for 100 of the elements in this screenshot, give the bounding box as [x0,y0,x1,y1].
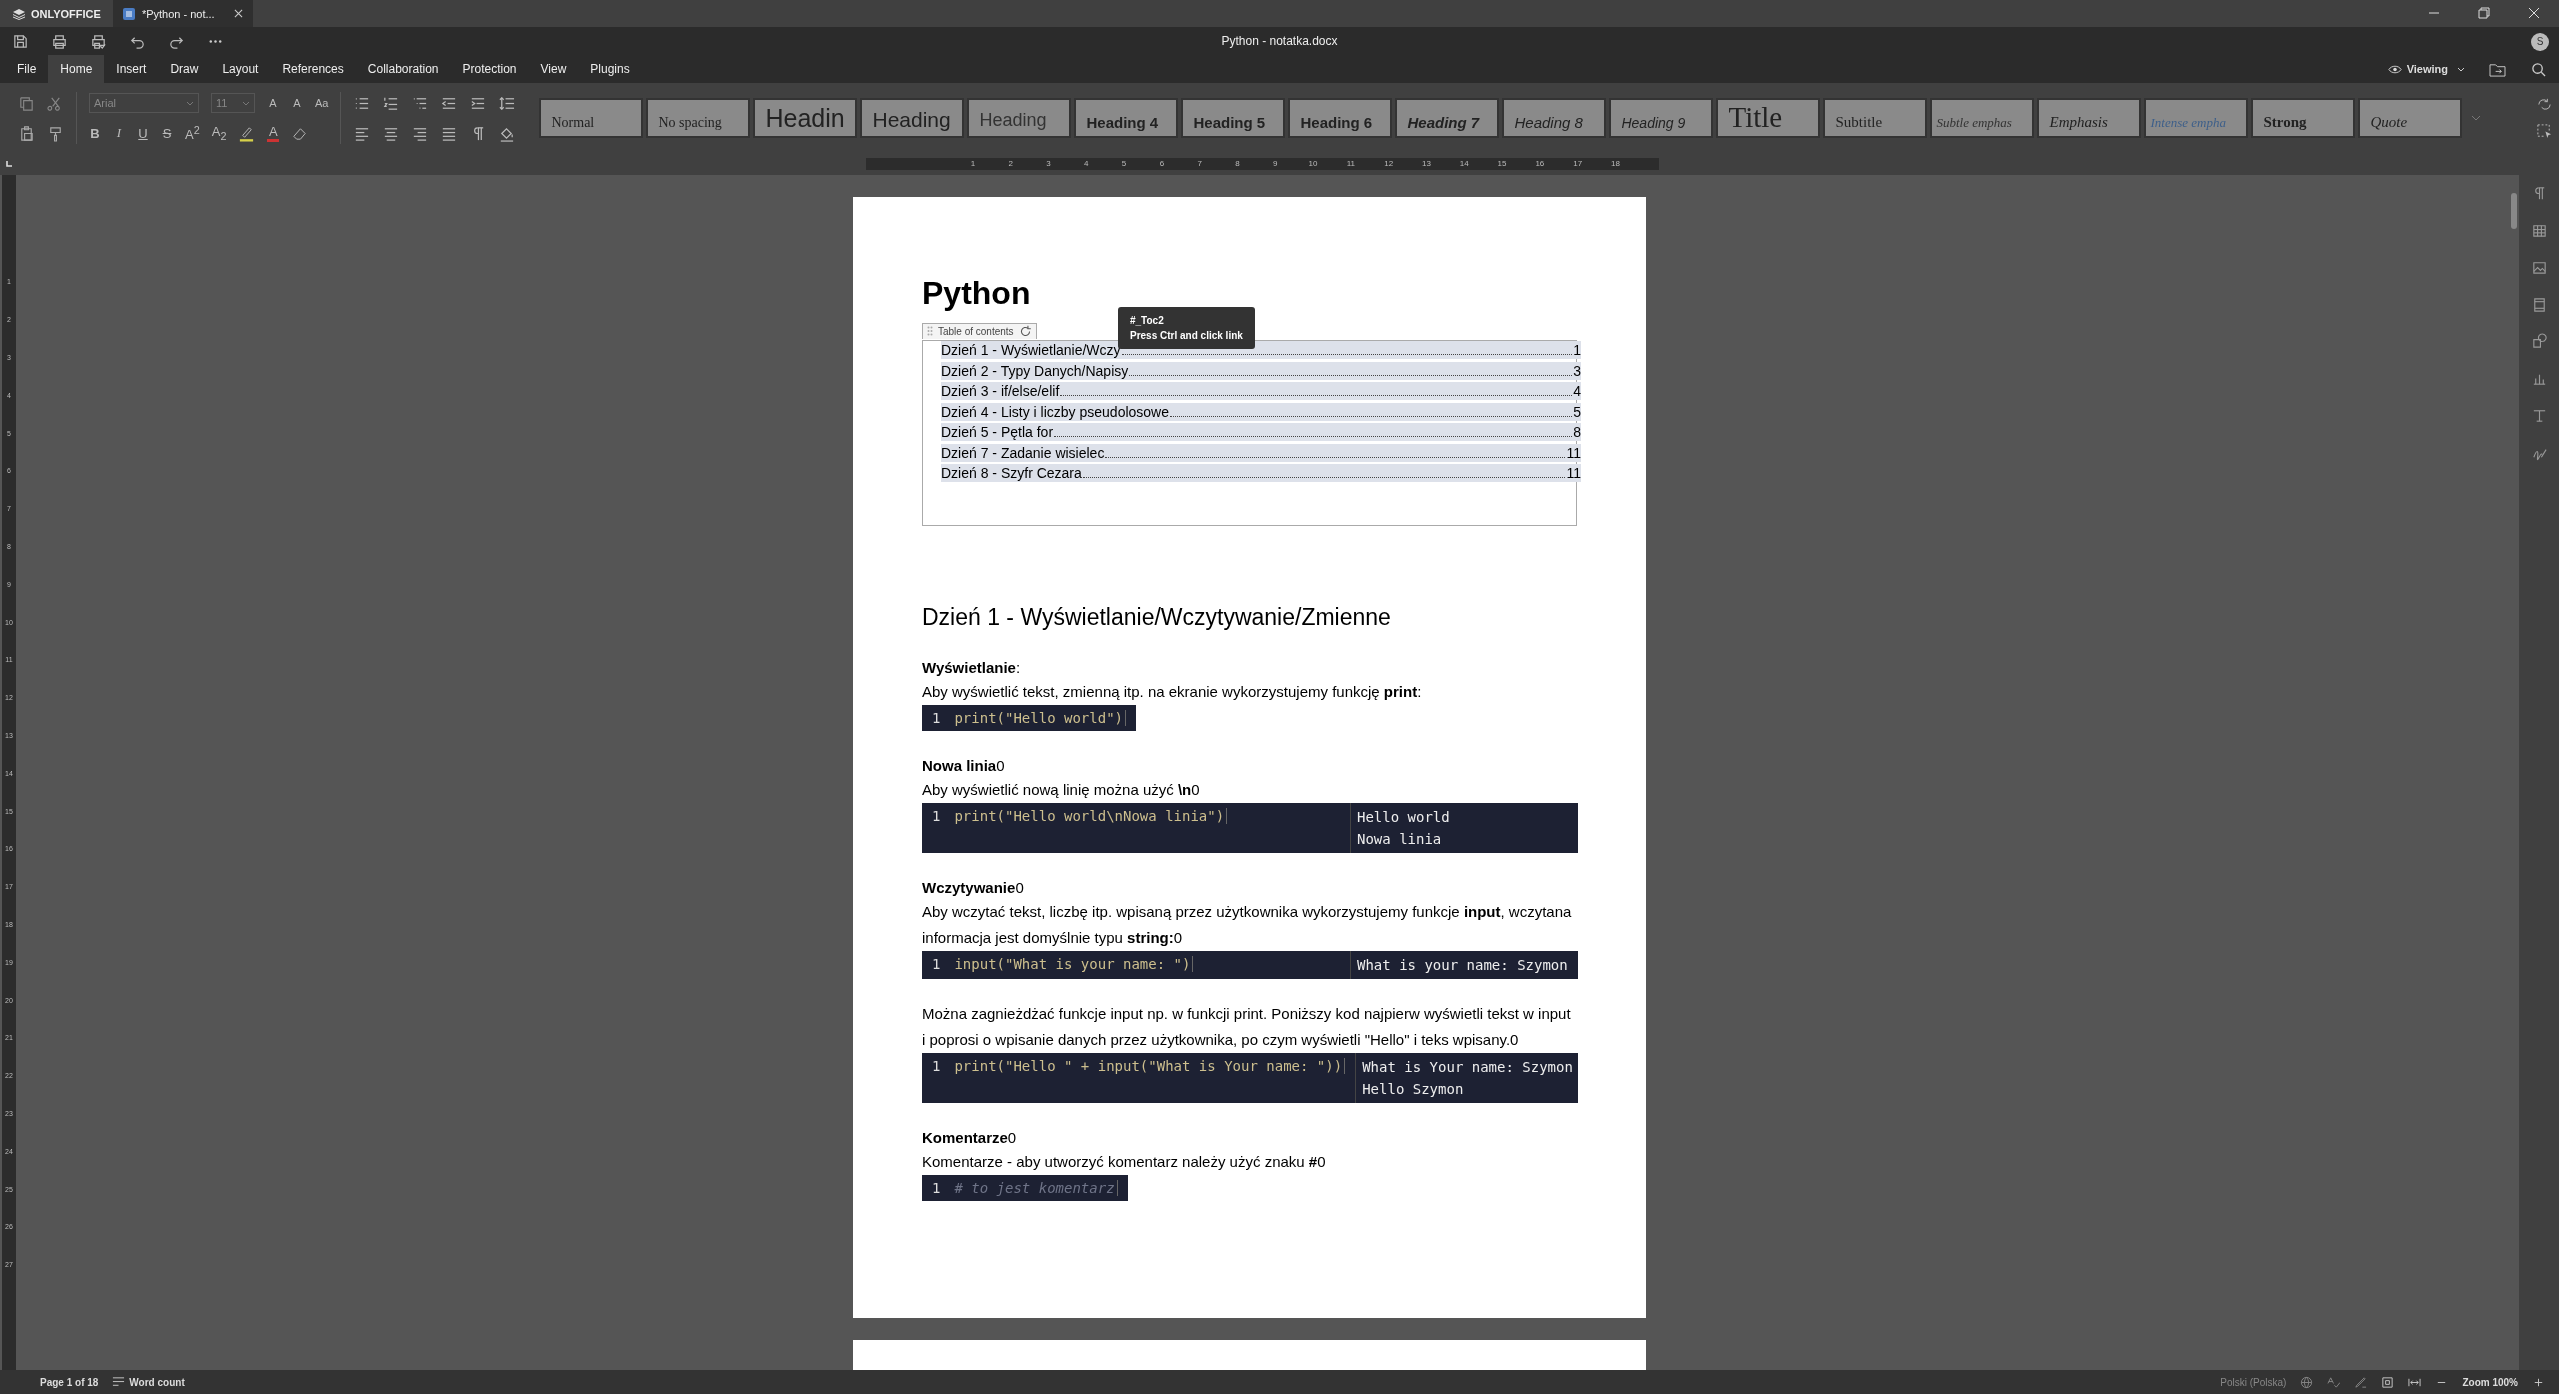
paste-icon[interactable] [18,124,35,142]
font-size-field[interactable]: 11 [211,93,255,113]
menu-tab[interactable]: Collaboration [355,55,451,83]
ruler-number: 14 [1458,158,1470,170]
style-preset[interactable]: Subtitle [1823,98,1928,138]
line-number: 1 [932,1180,941,1196]
app-logo[interactable]: ONLYOFFICE [0,0,113,27]
page-counter[interactable]: Page 1 of 18 [40,1376,99,1388]
viewing-mode-button[interactable]: Viewing [2375,55,2477,83]
paragraph: Komentarze - aby utworzyć komentarz należy użyć znaku #0 [922,1152,1327,1172]
word-count-icon [112,1375,126,1389]
format-button[interactable]: B [89,125,101,141]
toc-entry[interactable]: Dzień 2 - Typy Danych/Napisy 3 [941,361,1581,380]
copy-icon[interactable] [18,94,35,112]
spellcheck-icon[interactable] [2327,1375,2341,1389]
horizontal-ruler[interactable]: 1 2 3 4 5 6 7 8 9 10 11 12 13 14 15 16 17 18 [866,158,1659,170]
format-button[interactable]: U [137,125,149,141]
format-button[interactable]: S [161,125,173,141]
shape-icon[interactable] [2530,333,2548,350]
tab-stop-icon[interactable] [5,160,13,168]
quick-print-icon[interactable] [90,32,107,50]
style-preset[interactable]: Normal [539,98,644,138]
format-button[interactable]: A$_{2}$ [211,124,227,142]
ruler-number: 17 [1572,158,1584,170]
menu-tab[interactable]: Draw [158,55,211,83]
menu-tab[interactable]: File [5,55,49,83]
menu-tab[interactable]: Protection [450,55,529,83]
save-icon[interactable] [12,32,29,50]
code-line: input("What is your name: ") [954,956,1194,972]
toc-entry[interactable]: Dzień 1 - Wyświetlanie/Wczy 1 [941,341,1581,359]
font-color-button[interactable]: A [267,124,280,142]
menu-tab[interactable]: Home [48,55,105,83]
select-icon[interactable] [2536,123,2553,140]
toc-entry[interactable]: Dzień 8 - Szyfr Cezara 11 [941,464,1581,482]
style-preset[interactable]: Strong [2251,98,2356,138]
style-preset[interactable]: Heading 7 [1395,98,1500,138]
menu-tab[interactable]: References [270,55,356,83]
ruler-number: 13 [1421,158,1432,170]
grow-font-button[interactable]: A [267,97,279,109]
paragraph: Aby wyświetlić tekst, zmienną itp. na ekranie wykorzystujemy funkcję print: [922,682,1423,702]
menu-tab[interactable]: View [528,55,579,83]
toc-entry[interactable]: Dzień 3 - if/else/elif 4 [941,382,1581,400]
format-painter-icon[interactable] [47,124,64,142]
toc-menu[interactable]: Table of contents [938,325,1014,337]
output-line: Hello Szymon [1362,1080,1465,1099]
toc-entry[interactable]: Dzień 4 - Listy i liczby pseudolosowe 5 [941,402,1581,421]
style-preset[interactable]: Heading 9 [1609,98,1714,138]
line-number: 1 [932,710,941,726]
print-icon[interactable] [51,32,68,50]
ruler-number: 2 [1007,158,1014,170]
code-line: print("Hello world\nNowa linia") [954,808,1228,824]
line-spacing-icon[interactable] [498,94,516,112]
menu-tab[interactable]: Plugins [578,55,642,83]
style-preset[interactable]: Subtle emphas [1930,98,2035,138]
style-preset[interactable]: Heading [860,98,965,138]
style-preset[interactable]: Heading 5 [1181,98,1286,138]
document-tab[interactable]: *Python - not... [112,0,253,27]
zoom-level[interactable]: Zoom 100% [2462,1376,2518,1388]
caret-icon [242,100,250,106]
font-name-field[interactable]: Arial [89,93,199,113]
shrink-font-button[interactable]: A [291,97,303,109]
refresh-icon[interactable] [1018,324,1032,338]
style-preset[interactable]: Heading 6 [1288,98,1393,138]
paragraph-heading: Wczytywanie0 [922,878,1025,898]
word-count-button[interactable]: Word count [112,1375,185,1389]
brand-name: ONLYOFFICE [31,7,101,20]
track-changes-icon[interactable] [2354,1375,2368,1389]
change-case-button[interactable]: Aa [315,97,329,109]
toc-entry[interactable]: Dzień 5 - Pętla for 8 [941,423,1581,441]
table-icon[interactable] [2530,222,2548,239]
ruler-number: 8 [1234,158,1241,170]
menu-tab[interactable]: Insert [104,55,159,83]
menu-tab[interactable]: Layout [210,55,271,83]
style-preset[interactable]: Heading [967,98,1072,138]
drag-handle-icon[interactable] [927,326,933,336]
style-preset[interactable]: Emphasis [2037,98,2142,138]
image-icon[interactable] [2530,259,2548,276]
style-preset[interactable]: Heading 8 [1502,98,1607,138]
layers-icon [12,7,26,20]
highlighter-icon[interactable] [238,124,256,142]
replace-icon[interactable] [2536,96,2553,113]
fit-page-icon[interactable] [2381,1375,2395,1389]
style-preset[interactable]: Title [1716,98,1821,138]
format-button[interactable]: I [113,125,125,141]
close-icon[interactable] [233,9,243,18]
style-preset[interactable]: Headin [753,98,858,138]
ruler-number: 1 [969,158,977,170]
toc-entry[interactable]: Dzień 7 - Zadanie wisielec 11 [941,443,1581,462]
style-preset[interactable]: Quote [2358,98,2463,138]
folder-icon[interactable] [2489,61,2506,77]
style-preset[interactable]: No spacing [646,98,751,138]
globe-icon[interactable] [2300,1375,2314,1389]
search-icon[interactable] [2530,61,2547,77]
toc-control[interactable]: Table of contents [922,322,1037,339]
ruler-number: 7 [1196,158,1203,170]
language-selector[interactable]: Polski (Polska) [2220,1376,2287,1388]
user-avatar[interactable]: S [2531,32,2549,51]
format-button[interactable]: A$^{2}$ [185,123,200,143]
style-preset[interactable]: Heading 4 [1074,98,1179,138]
ruler-number: 11 [1345,158,1356,170]
